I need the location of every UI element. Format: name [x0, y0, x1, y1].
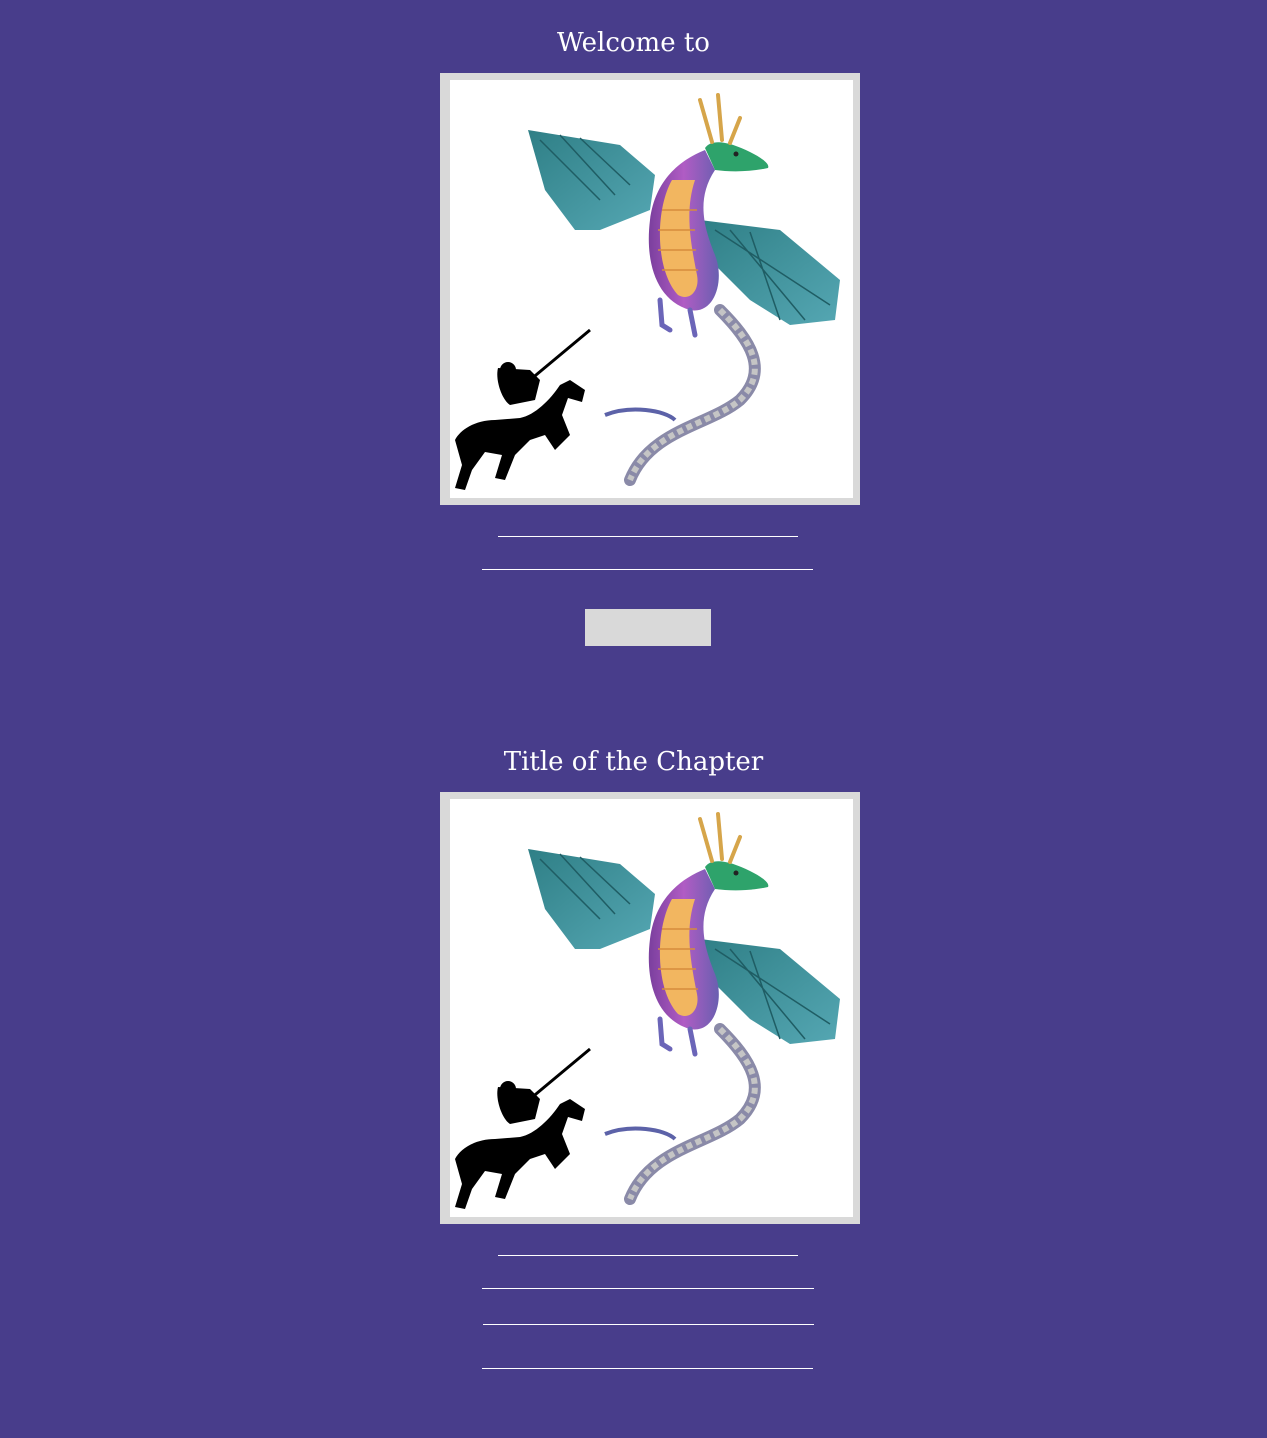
divider-line [498, 1255, 798, 1256]
dragon-knight-image [455, 93, 840, 490]
start-button[interactable] [585, 609, 711, 646]
divider-line [482, 1288, 814, 1289]
divider-line [483, 1324, 814, 1325]
welcome-heading: Welcome to [557, 28, 710, 58]
chapter-illustration [440, 792, 860, 1224]
chapter-title: Title of the Chapter [503, 747, 764, 777]
divider-line [482, 1368, 813, 1369]
divider-line [498, 536, 798, 537]
welcome-illustration [440, 73, 860, 505]
divider-line [482, 569, 813, 570]
dragon-knight-image [455, 812, 840, 1209]
